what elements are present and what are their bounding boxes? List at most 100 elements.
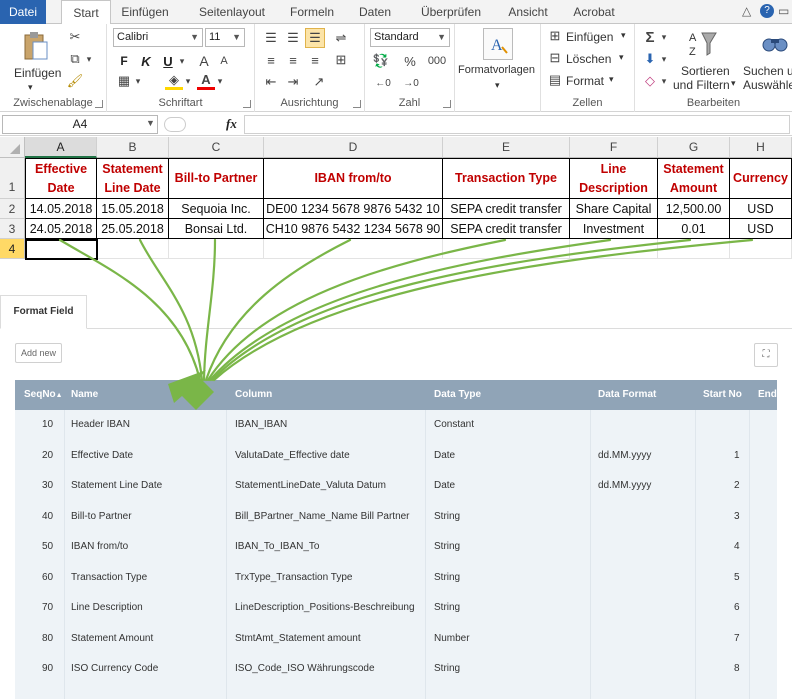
percent-button[interactable]: %: [401, 52, 419, 70]
align-top-icon[interactable]: ☰: [261, 28, 281, 48]
copy-icon[interactable]: ⧉: [66, 50, 84, 68]
tab-format-field[interactable]: Format Field: [0, 295, 87, 329]
decrease-indent-icon[interactable]: ⇤: [261, 72, 281, 92]
column-header-c[interactable]: C: [169, 137, 264, 158]
increase-indent-icon[interactable]: ⇥: [283, 72, 303, 92]
row-header-3[interactable]: 3: [0, 219, 25, 239]
cell-a4-active[interactable]: [25, 239, 98, 260]
align-middle-icon[interactable]: ☰: [283, 28, 303, 48]
number-launcher-icon[interactable]: [443, 100, 451, 108]
fill-dropdown-icon[interactable]: ▾: [659, 50, 669, 68]
cell-f3[interactable]: Investment: [570, 219, 658, 239]
font-color-icon[interactable]: A: [197, 72, 215, 90]
fill-color-icon[interactable]: ◈: [165, 72, 183, 90]
thousands-separator-button[interactable]: 000: [425, 52, 449, 70]
tab-start[interactable]: Start: [61, 0, 111, 25]
column-header-a[interactable]: A: [25, 137, 97, 158]
cell-e2[interactable]: SEPA credit transfer: [443, 199, 570, 219]
shrink-font-icon[interactable]: A: [215, 52, 233, 70]
cell-d2[interactable]: DE00 1234 5678 9876 5432 10: [264, 199, 443, 219]
sort-filter-icon[interactable]: AZ: [687, 28, 719, 60]
paste-icon[interactable]: [22, 30, 50, 62]
decrease-decimal-icon[interactable]: →0: [399, 74, 423, 92]
autosum-icon[interactable]: Σ: [641, 28, 659, 46]
merge-cells-icon[interactable]: ⊞: [331, 50, 351, 70]
delete-cells-icon[interactable]: ⊟: [547, 50, 563, 66]
collapse-ribbon-icon[interactable]: △: [742, 4, 751, 18]
column-header-h[interactable]: H: [730, 137, 792, 158]
column-header-d[interactable]: D: [264, 137, 443, 158]
cell-a2[interactable]: 14.05.2018: [25, 199, 97, 219]
tab-ueberpruefen[interactable]: Überprüfen: [412, 0, 490, 24]
align-left-icon[interactable]: ≡: [261, 50, 281, 70]
find-select-icon[interactable]: [759, 28, 791, 60]
tab-daten[interactable]: Daten: [352, 0, 398, 24]
currency-format-icon[interactable]: 💱: [371, 52, 391, 70]
delete-dropdown-icon[interactable]: ▾: [619, 52, 624, 63]
table-row[interactable]: 70 Line Description LineDescription_Positi…: [15, 593, 777, 624]
cell-e4[interactable]: [443, 239, 570, 259]
cell-d4[interactable]: [264, 239, 443, 259]
cell-e3[interactable]: SEPA credit transfer: [443, 219, 570, 239]
find-select-button[interactable]: Suchen u: [743, 64, 792, 78]
window-controls-icon[interactable]: ▭: [778, 4, 789, 18]
row-header-1[interactable]: 1: [0, 158, 25, 199]
insert-dropdown-icon[interactable]: ▾: [621, 30, 626, 41]
column-header-data-type[interactable]: Data Type: [434, 380, 481, 410]
column-header-name[interactable]: Name: [71, 380, 98, 410]
border-dropdown-icon[interactable]: ▾: [133, 72, 143, 90]
bold-button[interactable]: F: [115, 52, 133, 70]
column-header-g[interactable]: G: [658, 137, 730, 158]
format-dropdown-icon[interactable]: ▾: [609, 74, 614, 85]
cell-d1[interactable]: IBAN from/to: [264, 158, 443, 199]
table-row[interactable]: 30 Statement Line Date StatementLineDate_V…: [15, 471, 777, 502]
insert-cells-button[interactable]: Einfügen: [566, 30, 613, 44]
cell-e1[interactable]: Transaction Type: [443, 158, 570, 199]
select-all-corner[interactable]: [0, 137, 25, 158]
table-row[interactable]: 40 Bill-to Partner Bill_BPartner_Name_Name…: [15, 502, 777, 533]
format-cells-icon[interactable]: ▤: [547, 72, 563, 88]
cell-b1[interactable]: Statement Line Date: [97, 158, 169, 199]
font-launcher-icon[interactable]: [243, 100, 251, 108]
cell-f1[interactable]: Line Description: [570, 158, 658, 199]
paste-dropdown-icon[interactable]: ▾: [28, 82, 33, 93]
name-box-dropdown-icon[interactable]: ▼: [146, 118, 155, 128]
table-row[interactable]: 20 Effective Date ValutaDate_Effective dat…: [15, 441, 777, 472]
help-icon[interactable]: ?: [760, 4, 774, 18]
format-cells-button[interactable]: Format: [566, 74, 604, 88]
underline-dropdown-icon[interactable]: ▾: [177, 52, 187, 70]
font-color-dropdown-icon[interactable]: ▾: [215, 72, 225, 90]
table-row[interactable]: 10 Header IBAN IBAN_IBAN Constant: [15, 410, 777, 441]
table-row[interactable]: 60 Transaction Type TrxType_Transaction Ty…: [15, 563, 777, 594]
fill-dropdown-icon[interactable]: ▾: [183, 72, 193, 90]
align-bottom-icon[interactable]: ☰: [305, 28, 325, 48]
align-right-icon[interactable]: ≡: [305, 50, 325, 70]
cell-g1[interactable]: Statement Amount: [658, 158, 730, 199]
fill-icon[interactable]: ⬇: [641, 50, 659, 68]
cut-icon[interactable]: ✂: [66, 28, 84, 46]
cell-c4[interactable]: [169, 239, 264, 259]
cell-h1[interactable]: Currency: [730, 158, 792, 199]
cell-a3[interactable]: 24.05.2018: [25, 219, 97, 239]
border-icon[interactable]: ▦: [115, 72, 133, 90]
cell-g4[interactable]: [658, 239, 730, 259]
column-header-b[interactable]: B: [97, 137, 169, 158]
tab-ansicht[interactable]: Ansicht: [502, 0, 554, 24]
delete-cells-button[interactable]: Löschen: [566, 52, 611, 66]
tab-einfuegen[interactable]: Einfügen: [116, 0, 174, 24]
column-header-start-no[interactable]: Start No: [703, 380, 742, 410]
underline-button[interactable]: U: [159, 52, 177, 70]
add-new-button[interactable]: Add new: [15, 343, 62, 363]
clear-dropdown-icon[interactable]: ▾: [659, 72, 669, 90]
copy-dropdown-icon[interactable]: ▾: [84, 50, 94, 68]
fx-icon[interactable]: fx: [226, 116, 237, 132]
italic-button[interactable]: K: [137, 52, 155, 70]
column-header-seqno[interactable]: SeqNo▲: [24, 380, 63, 410]
formula-bar-resize-icon[interactable]: [164, 117, 186, 132]
column-header-f[interactable]: F: [570, 137, 658, 158]
insert-cells-icon[interactable]: ⊞: [547, 28, 563, 44]
column-header-column[interactable]: Column: [235, 380, 272, 410]
cell-f2[interactable]: Share Capital: [570, 199, 658, 219]
cell-g2[interactable]: 12,500.00: [658, 199, 730, 219]
autosum-dropdown-icon[interactable]: ▾: [659, 28, 669, 46]
